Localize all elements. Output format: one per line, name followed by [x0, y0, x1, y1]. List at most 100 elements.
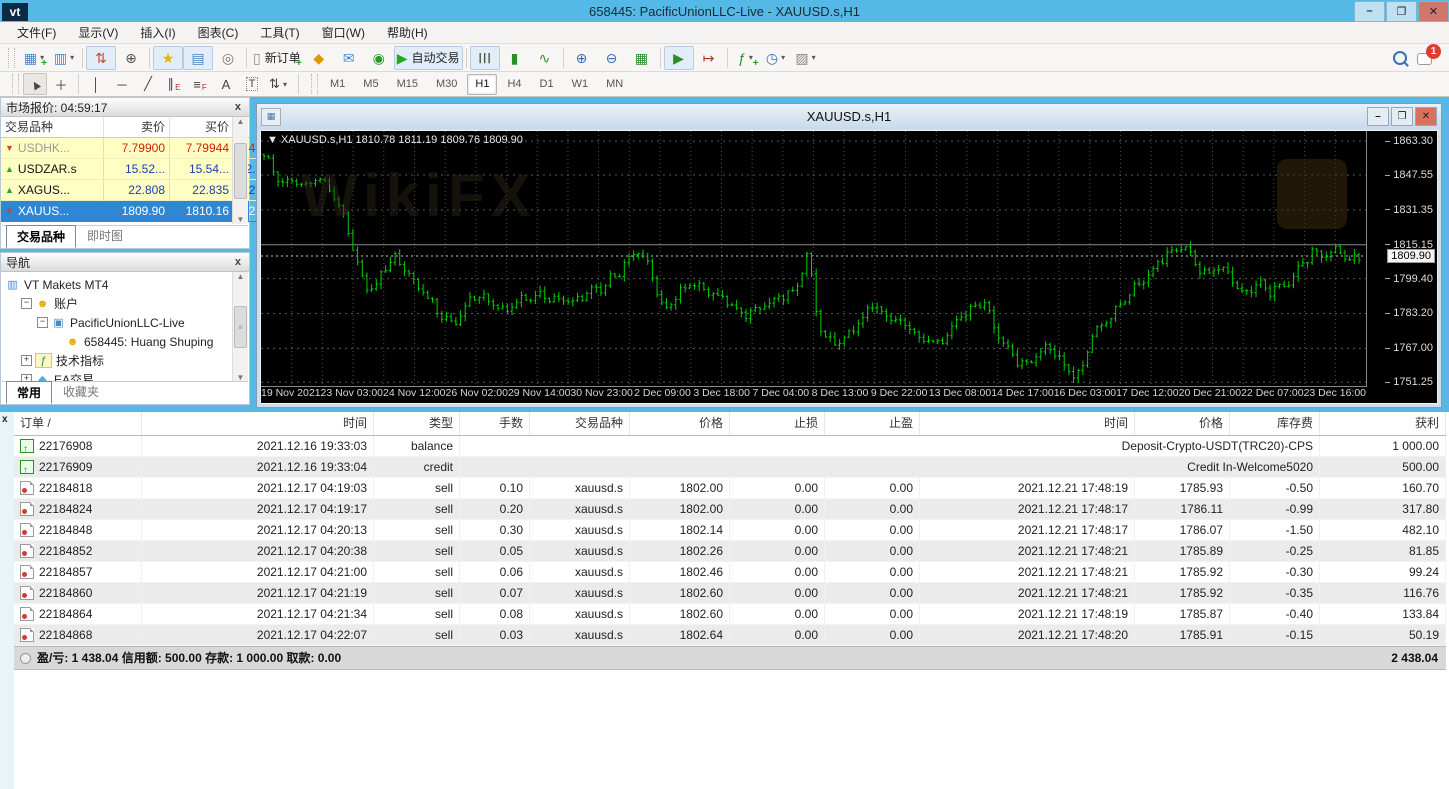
market-watch-column-2[interactable]: 买价 — [170, 117, 234, 137]
terminal-column-1[interactable]: 时间 — [142, 412, 374, 435]
expand-icon[interactable]: + — [21, 355, 32, 366]
menu-item-2[interactable]: 插入(I) — [129, 21, 186, 44]
timeframe-h1[interactable]: H1 — [467, 73, 498, 95]
terminal-row-22184852[interactable]: 22184852 2021.12.17 04:20:38 sell 0.05 xauus… — [14, 541, 1446, 562]
window-restore-button[interactable]: ❐ — [1386, 0, 1417, 22]
terminal-column-11[interactable]: 获利 — [1320, 412, 1446, 435]
autotrading-button[interactable]: ▶ 自动交易 — [393, 45, 463, 70]
scroll-thumb[interactable] — [234, 142, 247, 199]
terminal-row-22176909[interactable]: 22176909 2021.12.16 19:33:04creditCredit … — [14, 457, 1446, 478]
periods-button[interactable]: ◷ ▾ — [761, 46, 791, 70]
market-watch-close-icon[interactable]: x — [232, 101, 244, 113]
nav-item[interactable]: + ƒ 技术指标 — [5, 351, 249, 370]
terminal-column-5[interactable]: 价格 — [630, 412, 730, 435]
navigator-close-icon[interactable]: x — [232, 256, 244, 268]
tile-windows-button[interactable]: ▦ — [627, 46, 657, 70]
timeframe-m5[interactable]: M5 — [355, 74, 386, 95]
navigator-tab-收藏夹[interactable]: 收藏夹 — [52, 380, 110, 403]
timeframe-mn[interactable]: MN — [598, 74, 631, 95]
menu-item-1[interactable]: 显示(V) — [67, 21, 129, 44]
menu-item-3[interactable]: 图表(C) — [187, 21, 250, 44]
navigator-scrollbar[interactable]: ▲ ≡ ▼ — [232, 272, 248, 382]
mailbox-button[interactable]: ✉ — [334, 46, 364, 70]
profiles-button[interactable]: ▥ ▾ — [49, 46, 79, 70]
collapse-icon[interactable]: − — [37, 317, 48, 328]
menu-item-6[interactable]: 帮助(H) — [376, 21, 439, 44]
timeframe-w1[interactable]: W1 — [564, 74, 597, 95]
window-minimize-button[interactable]: – — [1354, 0, 1385, 22]
nav-item[interactable]: − ▣ PacificUnionLLC-Live — [5, 313, 249, 332]
window-close-button[interactable]: ✕ — [1418, 0, 1449, 22]
refresh-symbols-button[interactable]: ⇅ — [86, 45, 116, 70]
scroll-up-icon[interactable]: ▲ — [237, 117, 245, 126]
terminal-row-22176908[interactable]: 22176908 2021.12.16 19:33:03balanceDeposi… — [14, 436, 1446, 457]
timeframe-d1[interactable]: D1 — [532, 74, 562, 95]
market-watch-tab-交易品种[interactable]: 交易品种 — [6, 225, 77, 248]
menu-item-0[interactable]: 文件(F) — [6, 21, 67, 44]
text-tool[interactable]: A — [214, 73, 238, 95]
terminal-column-10[interactable]: 库存费 — [1230, 412, 1320, 435]
nav-item[interactable]: − ☻ 账户 — [5, 294, 249, 313]
terminal-column-2[interactable]: 类型 — [374, 412, 460, 435]
fibonacci-tool[interactable]: ≡ F — [188, 73, 212, 95]
terminal-row-22184857[interactable]: 22184857 2021.12.17 04:21:00 sell 0.06 xauus… — [14, 562, 1446, 583]
timeframe-h4[interactable]: H4 — [499, 74, 529, 95]
terminal-row-22184864[interactable]: 22184864 2021.12.17 04:21:34 sell 0.08 xauus… — [14, 604, 1446, 625]
chart-restore-button[interactable]: ❐ — [1391, 107, 1413, 126]
new-order-button[interactable]: ▯ + 新订单 — [250, 46, 304, 70]
chart-titlebar[interactable]: ▦ XAUUSD.s,H1 – ❐ ✕ — [257, 104, 1441, 129]
terminal-column-9[interactable]: 价格 — [1135, 412, 1230, 435]
terminal-row-22184824[interactable]: 22184824 2021.12.17 04:19:17 sell 0.20 xauus… — [14, 499, 1446, 520]
terminal-column-3[interactable]: 手数 — [460, 412, 530, 435]
scroll-thumb[interactable]: ≡ — [234, 306, 247, 348]
zoom-out-button[interactable]: ⊖ — [597, 46, 627, 70]
market-watch-column-1[interactable]: 卖价 — [104, 117, 170, 137]
auto-scroll-button[interactable]: ▶ — [663, 45, 694, 70]
favorites-button[interactable]: ★ — [153, 45, 183, 70]
scroll-down-icon[interactable]: ▼ — [237, 215, 245, 224]
nav-item[interactable]: ▥ VT Makets MT4 — [5, 275, 249, 294]
terminal-column-8[interactable]: 时间 — [920, 412, 1135, 435]
market-watch-scrollbar[interactable]: ▲ ▼ — [232, 117, 248, 224]
line-chart-mode-button[interactable]: ∿ — [530, 46, 560, 70]
market-watch-tab-即时图[interactable]: 即时图 — [76, 224, 134, 247]
chart-canvas[interactable]: WikiFX ▼ XAUUSD.s,H1 1810.78 1811.19 180… — [260, 130, 1438, 404]
terminal-column-7[interactable]: 止盈 — [825, 412, 920, 435]
dropdown-arrow-icon[interactable]: ▾ — [70, 53, 74, 62]
zoom-in-button[interactable]: ⊕ — [567, 46, 597, 70]
navigator-tab-常用[interactable]: 常用 — [6, 381, 53, 404]
chart-close-button[interactable]: ✕ — [1415, 107, 1437, 126]
hline-tool[interactable]: ─ — [110, 73, 134, 95]
data-window-button[interactable]: ◎ — [213, 46, 243, 70]
market-watch-column-0[interactable]: 交易品种 — [1, 117, 104, 137]
dropdown-arrow-icon[interactable]: ▾ — [812, 53, 816, 62]
terminal-column-6[interactable]: 止损 — [730, 412, 825, 435]
market-watch-row-usdhk[interactable]: ▼USDHK...7.799007.7994444 — [1, 138, 267, 159]
toolbar-grip[interactable] — [8, 47, 15, 68]
chart-minimize-button[interactable]: – — [1367, 107, 1389, 126]
trendline-tool[interactable]: ╱ — [136, 73, 160, 95]
chart-shift-button[interactable]: ↦ — [694, 46, 724, 70]
cursor-tool[interactable]: ▲ — [23, 73, 47, 95]
market-watch-row-xagus[interactable]: ▲XAGUS...22.80822.83527 — [1, 180, 267, 201]
terminal-row-22184818[interactable]: 22184818 2021.12.17 04:19:03 sell 0.10 xauus… — [14, 478, 1446, 499]
label-tool[interactable]: T — [240, 73, 264, 95]
terminal-row-22184868[interactable]: 22184868 2021.12.17 04:22:07 sell 0.03 xauus… — [14, 625, 1446, 646]
market-watch-toggle-button[interactable]: ▤ — [183, 45, 213, 70]
indicators-button[interactable]: ƒ + ▾ — [731, 46, 761, 70]
candlestick-mode-button[interactable]: ▮ — [500, 46, 530, 70]
vline-tool[interactable]: │ — [84, 73, 108, 95]
menu-item-4[interactable]: 工具(T) — [249, 21, 310, 44]
chart-time-axis[interactable]: 19 Nov 2021 23 Nov 03:00 24 Nov 12:00 26 No… — [261, 386, 1366, 403]
market-watch-row-xauus[interactable]: ▼XAUUS...1809.901810.1626 — [1, 201, 267, 222]
timeframe-m15[interactable]: M15 — [389, 74, 426, 95]
crosshair-tool[interactable]: ＋ — [49, 73, 73, 95]
terminal-row-22184848[interactable]: 22184848 2021.12.17 04:20:13 sell 0.30 xauus… — [14, 520, 1446, 541]
crosshair-button[interactable]: ⊕ — [116, 46, 146, 70]
bar-chart-mode-button[interactable]: ☰ — [469, 45, 500, 70]
terminal-close-icon[interactable]: x — [2, 414, 8, 425]
chart-price-axis[interactable]: 1863.30 1847.55 1831.35 1815.15 1799.40 1783.… — [1366, 131, 1437, 388]
search-icon[interactable] — [1393, 50, 1407, 65]
timeframe-m30[interactable]: M30 — [428, 74, 465, 95]
toolsbar-grip[interactable] — [12, 74, 19, 94]
